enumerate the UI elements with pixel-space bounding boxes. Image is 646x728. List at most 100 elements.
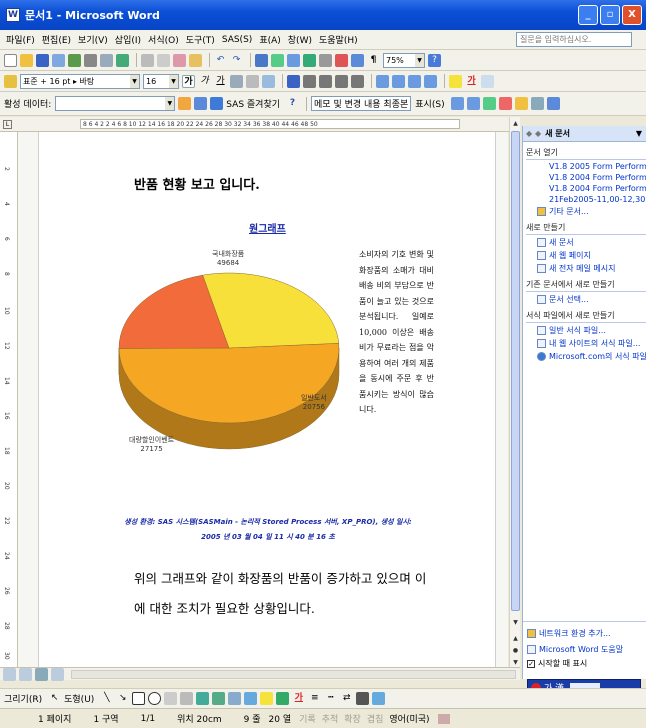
menu-format[interactable]: 서식(O) (148, 33, 179, 46)
menu-insert[interactable]: 삽입(I) (115, 33, 141, 46)
align-center-icon[interactable] (303, 74, 316, 88)
more-documents-link[interactable]: 기타 문서... (537, 206, 646, 217)
print-preview-icon[interactable] (100, 53, 113, 67)
recent-doc-3[interactable]: V1.8 2004 Form Performanc (549, 184, 646, 193)
open-icon[interactable] (20, 53, 33, 67)
menu-edit[interactable]: 편집(E) (42, 33, 71, 46)
style-combo[interactable]: 표준 + 16 pt ▸ 바탕 ▼ (20, 73, 140, 89)
clip-art-icon[interactable] (228, 692, 242, 705)
website-templates-link[interactable]: 내 웹 사이트의 서식 파일... (537, 338, 646, 349)
task-pane-nav-icon[interactable]: ◆ ◆ (526, 129, 541, 138)
status-rec[interactable]: 기록 (299, 712, 316, 725)
undo-icon[interactable]: ↶ (214, 54, 227, 67)
email-icon[interactable] (68, 53, 81, 67)
prev-change-icon[interactable] (450, 97, 464, 110)
menu-file[interactable]: 파일(F) (6, 33, 35, 46)
char-scale-icon[interactable] (262, 74, 275, 88)
bold-button[interactable]: 가 (182, 74, 195, 88)
horizontal-ruler[interactable]: L 8 6 4 2 2 4 6 8 10 12 14 16 18 20 22 2… (0, 117, 520, 132)
redo-icon[interactable]: ↷ (230, 54, 243, 67)
maximize-button[interactable]: ▫ (600, 5, 620, 25)
drawing-icon[interactable] (335, 53, 348, 67)
fill-color-icon[interactable] (260, 692, 274, 705)
question-input[interactable]: 질문을 입력하십시오. (516, 32, 632, 47)
text-box-icon[interactable] (164, 692, 178, 705)
markup-combo[interactable]: 메모 및 변경 내용 최종본 (311, 96, 412, 111)
columns-icon[interactable] (319, 53, 332, 67)
prev-page-icon[interactable]: ▲ (511, 633, 520, 644)
arrow-tool-icon[interactable]: ↘ (116, 692, 129, 705)
menu-view[interactable]: 보기(V) (78, 33, 108, 46)
align-left-icon[interactable] (287, 74, 300, 88)
document-page[interactable]: 반품 현황 보고 입니다. 원그래프 국내화장품 49684 일반도서 20756 … (38, 132, 496, 667)
recent-doc-2[interactable]: V1.8 2004 Form Performanc (549, 173, 646, 182)
align-right-icon[interactable] (319, 74, 332, 88)
char-border-icon[interactable] (230, 74, 243, 88)
highlight-icon[interactable] (449, 74, 462, 88)
zoom-combo[interactable]: 75% ▼ (383, 52, 425, 68)
menu-tools[interactable]: 도구(T) (186, 33, 215, 46)
vertical-text-box-icon[interactable] (180, 692, 194, 705)
numbering-icon[interactable] (376, 74, 389, 88)
microsoft-templates-link[interactable]: Microsoft.com의 서식 파일 (537, 351, 646, 362)
reviewing-pane-icon[interactable] (546, 97, 560, 110)
new-document-link[interactable]: 새 문서 (537, 237, 646, 248)
3d-style-icon[interactable] (372, 692, 386, 705)
copy-icon[interactable] (157, 53, 170, 67)
insert-excel-icon[interactable] (303, 53, 316, 67)
show-at-startup-row[interactable]: ✓ 시작할 때 표시 (527, 658, 587, 669)
status-ext[interactable]: 확장 (344, 712, 361, 725)
active-data-combo[interactable]: ▼ (55, 96, 176, 111)
increase-indent-icon[interactable] (424, 74, 437, 88)
decrease-indent-icon[interactable] (408, 74, 421, 88)
permission-icon[interactable] (52, 53, 65, 67)
close-button[interactable]: X (622, 5, 642, 25)
save-icon[interactable] (36, 53, 49, 67)
menu-window[interactable]: 창(W) (288, 33, 312, 46)
print-layout-icon[interactable] (35, 667, 48, 681)
diagram-icon[interactable] (212, 692, 226, 705)
sas-favorites-button[interactable]: SAS 즐겨찾기 (226, 97, 280, 110)
rectangle-tool-icon[interactable] (132, 692, 146, 705)
insert-table-icon[interactable] (287, 53, 300, 67)
word-help-link[interactable]: Microsoft Word 도움말 (527, 644, 623, 655)
dash-style-icon[interactable]: ┅ (324, 692, 337, 705)
choose-document-link[interactable]: 문서 선택... (537, 294, 646, 305)
new-web-page-link[interactable]: 새 웹 페이지 (537, 250, 646, 261)
oval-tool-icon[interactable] (148, 692, 162, 705)
scroll-thumb[interactable] (511, 131, 520, 611)
arrow-style-icon[interactable]: ⇄ (340, 692, 353, 705)
styles-icon[interactable] (4, 74, 17, 88)
new-email-link[interactable]: 새 전자 메일 메시지 (537, 263, 646, 274)
italic-button[interactable]: 가 (198, 75, 211, 88)
line-color-icon[interactable] (276, 692, 290, 705)
insert-picture-icon[interactable] (244, 692, 258, 705)
line-spacing-icon[interactable] (351, 74, 364, 88)
menu-help[interactable]: 도움말(H) (319, 33, 358, 46)
sas-help-icon[interactable]: ? (286, 97, 299, 110)
recent-doc-1[interactable]: V1.8 2005 Form Performanc (549, 162, 646, 171)
scroll-down-icon[interactable]: ▼ (511, 617, 520, 628)
normal-view-icon[interactable] (3, 667, 16, 681)
next-change-icon[interactable] (466, 97, 480, 110)
web-view-icon[interactable] (19, 667, 32, 681)
document-map-icon[interactable] (351, 53, 364, 67)
minimize-button[interactable]: _ (578, 5, 598, 25)
autoshapes-button[interactable]: 도형(U) (64, 692, 94, 705)
phonetic-icon[interactable] (481, 74, 494, 88)
menu-table[interactable]: 표(A) (259, 33, 280, 46)
char-shading-icon[interactable] (246, 74, 259, 88)
select-objects-icon[interactable]: ↖ (48, 692, 61, 705)
menu-sas[interactable]: SAS(S) (222, 35, 253, 45)
browse-object-icon[interactable]: ● (511, 645, 520, 656)
line-tool-icon[interactable]: ╲ (100, 692, 113, 705)
help-icon[interactable]: ? (428, 53, 441, 67)
outline-view-icon[interactable] (51, 667, 64, 681)
wordart-icon[interactable] (196, 692, 210, 705)
recent-doc-4[interactable]: 21Feb2005-11,00-12,30.doc (549, 195, 646, 204)
track-changes-icon[interactable] (530, 97, 544, 110)
tab-selector[interactable]: L (3, 120, 12, 129)
draw-menu-button[interactable]: 그리기(R) (4, 692, 42, 705)
startup-checkbox[interactable]: ✓ (527, 660, 535, 668)
sas-run-icon[interactable] (178, 97, 192, 110)
